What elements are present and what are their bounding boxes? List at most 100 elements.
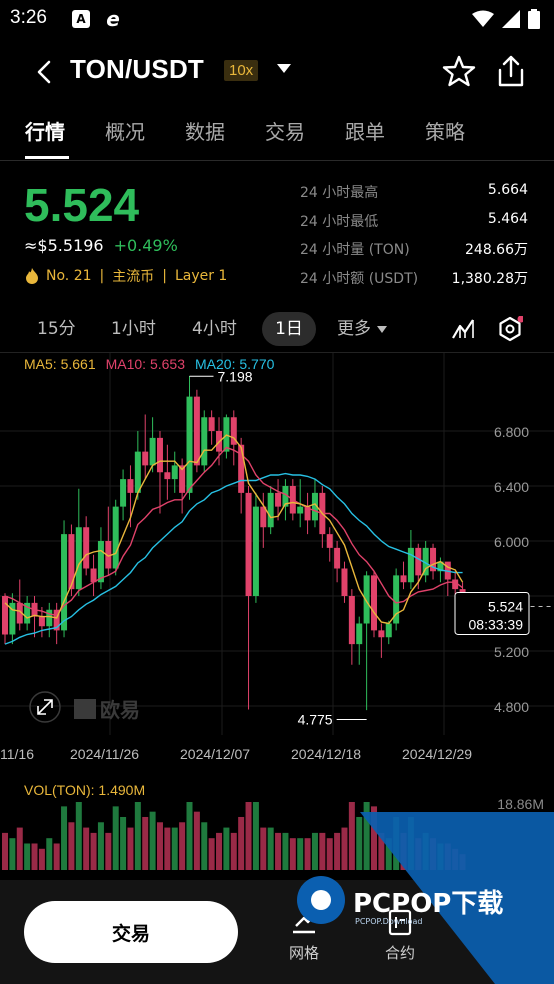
volume-bar <box>186 802 193 870</box>
watermark-brand: PCPOP下载 <box>353 889 503 919</box>
stat-value: 5.664 <box>487 182 528 198</box>
volume-bar <box>179 822 186 870</box>
tab-data[interactable]: 数据 <box>185 116 225 145</box>
candle-body <box>415 547 422 576</box>
indicator-icon[interactable] <box>450 316 476 342</box>
usd-price: ≈$5.5196 <box>24 236 104 255</box>
candle-body <box>378 630 385 638</box>
candle-body <box>171 465 178 480</box>
volume-bar <box>61 806 68 870</box>
volume-bar <box>16 827 23 870</box>
x-tick-label: 2024/12/29 <box>402 746 472 762</box>
candle-body <box>2 596 8 635</box>
candlestick-chart[interactable]: 6.8006.4006.0005.6005.2004.80011/162024/… <box>0 353 554 773</box>
candle-body <box>120 479 127 507</box>
candle-body <box>400 575 407 583</box>
volume-bar <box>53 843 60 870</box>
x-tick-label: 2024/12/18 <box>291 746 361 762</box>
stat-row: 24 小时最低 5.464 <box>300 211 528 240</box>
candle-body <box>193 396 200 466</box>
volume-bar <box>9 838 16 870</box>
chart-settings-icon[interactable] <box>497 316 523 342</box>
candle-body <box>385 623 392 638</box>
candle-body <box>252 506 259 596</box>
volume-bar <box>171 827 178 870</box>
layer1-tag[interactable]: Layer 1 <box>175 268 227 284</box>
tab-overview[interactable]: 概况 <box>105 116 145 145</box>
mainstream-tag[interactable]: 主流币 <box>112 266 154 286</box>
watermark-small: PCPOP.Download <box>355 917 422 926</box>
volume-bar <box>68 822 75 870</box>
tab-copy-trade[interactable]: 跟单 <box>345 116 385 145</box>
candle-body <box>341 568 348 596</box>
timeframe-more[interactable]: 更多 <box>327 312 397 346</box>
trade-button[interactable]: 交易 <box>24 901 238 963</box>
stat-value: 1,380.28万 <box>451 270 528 287</box>
volume-bar <box>216 832 223 870</box>
volume-bar <box>142 816 149 870</box>
countdown-label: 08:33:39 <box>469 616 524 632</box>
status-time: 3:26 <box>10 7 47 28</box>
last-price: 5.524 <box>24 179 140 231</box>
candle-body <box>326 534 333 548</box>
tag-separator: | <box>162 268 167 284</box>
candle-body <box>267 492 274 528</box>
volume-bar <box>193 811 200 870</box>
tab-strategy[interactable]: 策略 <box>425 116 465 145</box>
y-tick-label: 4.800 <box>494 699 529 715</box>
timeframe-1h[interactable]: 1小时 <box>101 312 166 346</box>
y-tick-label: 6.000 <box>494 534 529 550</box>
volume-bar <box>223 827 230 870</box>
volume-bar <box>149 811 156 870</box>
leverage-badge: 10x <box>224 60 259 81</box>
tab-market[interactable]: 行情 <box>25 116 65 145</box>
back-arrow-icon[interactable] <box>30 54 60 90</box>
volume-legend: VOL(TON): 1.490M <box>24 782 146 798</box>
stat-row: 24 小时额 (USDT) 1,380.28万 <box>300 268 528 297</box>
candle-body <box>61 534 68 631</box>
volume-bar <box>120 816 127 870</box>
pair-title[interactable]: TON/USDT <box>70 54 204 85</box>
timeframe-4h[interactable]: 4小时 <box>182 312 247 346</box>
x-tick-label: 2024/12/07 <box>180 746 250 762</box>
candle-body <box>90 568 97 583</box>
stat-row: 24 小时量 (TON) 248.66万 <box>300 239 528 268</box>
candle-body <box>297 506 304 514</box>
volume-bar <box>127 827 134 870</box>
more-label: 更多 <box>337 319 371 339</box>
stat-label: 24 小时额 (USDT) <box>300 270 419 287</box>
volume-bar <box>282 832 289 870</box>
volume-bar <box>275 832 282 870</box>
fire-icon <box>26 268 38 284</box>
candle-body <box>363 575 370 624</box>
share-icon[interactable] <box>496 54 526 88</box>
volume-bar <box>164 827 171 870</box>
timeframe-1d[interactable]: 1日 <box>262 312 316 346</box>
stat-label: 24 小时最低 <box>300 213 379 230</box>
volume-bar <box>252 802 259 870</box>
candle-body <box>275 492 282 507</box>
timeframe-15m[interactable]: 15分 <box>27 312 86 346</box>
coin-tags: No. 21 | 主流币 | Layer 1 <box>26 266 227 286</box>
stat-value: 5.464 <box>487 210 528 227</box>
status-bar: 3:26 A e <box>0 0 554 38</box>
watermark: PCPOP下载 PCPOP.Download <box>297 812 554 984</box>
candle-body <box>356 623 363 645</box>
volume-bar <box>46 838 53 870</box>
chevron-down-icon <box>377 325 387 333</box>
stat-label: 24 小时量 (TON) <box>300 242 410 258</box>
chart-area[interactable]: 6.8006.4006.0005.6005.2004.80011/162024/… <box>0 352 554 772</box>
volume-bar <box>156 822 163 870</box>
tab-trade[interactable]: 交易 <box>265 116 305 145</box>
volume-bar <box>238 816 245 870</box>
candle-body <box>348 596 355 645</box>
rank-tag[interactable]: No. 21 <box>46 268 92 284</box>
pair-dropdown-caret-icon[interactable] <box>277 64 291 73</box>
favorite-star-icon[interactable] <box>442 54 476 88</box>
volume-bar <box>2 832 8 870</box>
expand-arrows-icon <box>37 699 53 715</box>
stat-row: 24 小时最高 5.664 <box>300 182 528 211</box>
ma5-label: MA5: 5.661 <box>24 356 96 372</box>
tab-underline <box>25 156 69 159</box>
candle-body <box>407 547 414 583</box>
